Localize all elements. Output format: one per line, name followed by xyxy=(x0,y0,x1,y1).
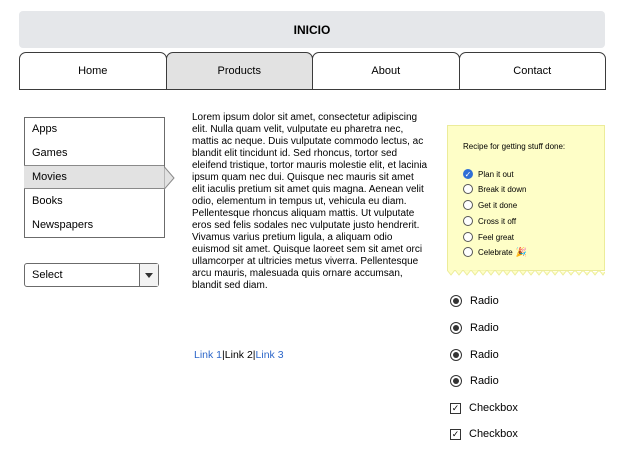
link-3[interactable]: Link 3 xyxy=(256,349,284,361)
sidebar-item-newspapers[interactable]: Newspapers xyxy=(24,213,164,237)
empty-circle-icon xyxy=(463,247,473,257)
radio-label: Radio xyxy=(470,322,499,334)
sidebar-item-games[interactable]: Games xyxy=(24,141,164,165)
task-label: Feel great xyxy=(478,232,515,242)
task-item[interactable]: ✓ Plan it out xyxy=(463,168,514,180)
sidebar-item-label: Apps xyxy=(32,123,58,135)
sidebar-item-label: Games xyxy=(32,147,68,159)
empty-circle-icon xyxy=(463,216,473,226)
radio-option[interactable]: Radio xyxy=(450,348,499,362)
checkbox-option[interactable]: ✓ Checkbox xyxy=(450,427,518,441)
tab-label: Home xyxy=(78,65,108,77)
task-label: Cross it off xyxy=(478,216,517,226)
page-title: INICIO xyxy=(293,22,331,37)
link-2-current: Link 2 xyxy=(224,349,253,361)
radio-option[interactable]: Radio xyxy=(450,321,499,335)
checkbox[interactable]: ✓ xyxy=(450,402,461,414)
sticky-note: Recipe for getting stuff done: ✓ Plan it… xyxy=(447,125,605,271)
task-label: Plan it out xyxy=(478,169,514,179)
task-label: Get it done xyxy=(478,200,518,210)
task-item[interactable]: Get it done xyxy=(463,199,517,211)
chevron-down-icon xyxy=(145,272,153,278)
sidebar-item-books[interactable]: Books xyxy=(24,189,164,213)
active-item-pointer-icon xyxy=(164,166,175,190)
sidebar-item-movies[interactable]: Movies xyxy=(24,165,164,189)
note-title: Recipe for getting stuff done: xyxy=(463,142,566,151)
page-header: INICIO xyxy=(19,11,605,48)
tab-label: Products xyxy=(217,65,261,77)
radio-label: Radio xyxy=(470,295,499,307)
checkbox-label: Checkbox xyxy=(469,428,518,440)
radio-button[interactable] xyxy=(450,295,462,307)
radio-option[interactable]: Radio xyxy=(450,294,499,308)
tab-products[interactable]: Products xyxy=(165,52,313,90)
task-item[interactable]: Break it down xyxy=(463,183,526,195)
tab-about[interactable]: About xyxy=(312,52,460,90)
note-torn-edge xyxy=(447,270,605,276)
body-paragraph: Lorem ipsum dolor sit amet, consectetur … xyxy=(192,112,428,291)
sidebar-item-label: Books xyxy=(32,195,63,207)
task-label: Break it down xyxy=(478,184,527,194)
select-dropdown[interactable]: Select xyxy=(24,263,159,287)
empty-circle-icon xyxy=(463,184,473,194)
radio-label: Radio xyxy=(470,375,499,387)
link-bar: Link 1|Link 2|Link 3 xyxy=(194,349,284,361)
party-horn-icon: 🎉 xyxy=(515,246,527,257)
tab-label: Contact xyxy=(513,65,552,77)
task-item[interactable]: Cross it off xyxy=(463,215,516,227)
tab-home[interactable]: Home xyxy=(19,52,167,90)
sidebar-item-label: Movies xyxy=(32,171,67,183)
select-value: Select xyxy=(32,269,63,281)
radio-button[interactable] xyxy=(450,375,462,387)
radio-button[interactable] xyxy=(450,322,462,334)
empty-circle-icon xyxy=(463,200,473,210)
task-item[interactable]: Celebrate 🎉 xyxy=(463,246,527,258)
task-item[interactable]: Feel great xyxy=(463,231,514,243)
check-circle-icon: ✓ xyxy=(463,169,473,179)
radio-option[interactable]: Radio xyxy=(450,374,499,388)
checkbox[interactable]: ✓ xyxy=(450,428,461,440)
tab-bar: Home Products About Contact xyxy=(19,52,606,90)
sidebar-item-apps[interactable]: Apps xyxy=(24,117,164,141)
checkbox-label: Checkbox xyxy=(469,402,518,414)
tab-label: About xyxy=(371,65,401,77)
radio-button[interactable] xyxy=(450,349,462,361)
checkbox-option[interactable]: ✓ Checkbox xyxy=(450,401,518,415)
radio-label: Radio xyxy=(470,349,499,361)
empty-circle-icon xyxy=(463,232,473,242)
sidebar-nav: Apps Games Movies Books Newspapers xyxy=(24,117,165,238)
link-1[interactable]: Link 1 xyxy=(194,349,222,361)
sidebar-item-label: Newspapers xyxy=(32,219,94,231)
select-toggle-button[interactable] xyxy=(139,264,158,286)
tab-contact[interactable]: Contact xyxy=(458,52,606,90)
task-label: Celebrate xyxy=(478,247,513,257)
